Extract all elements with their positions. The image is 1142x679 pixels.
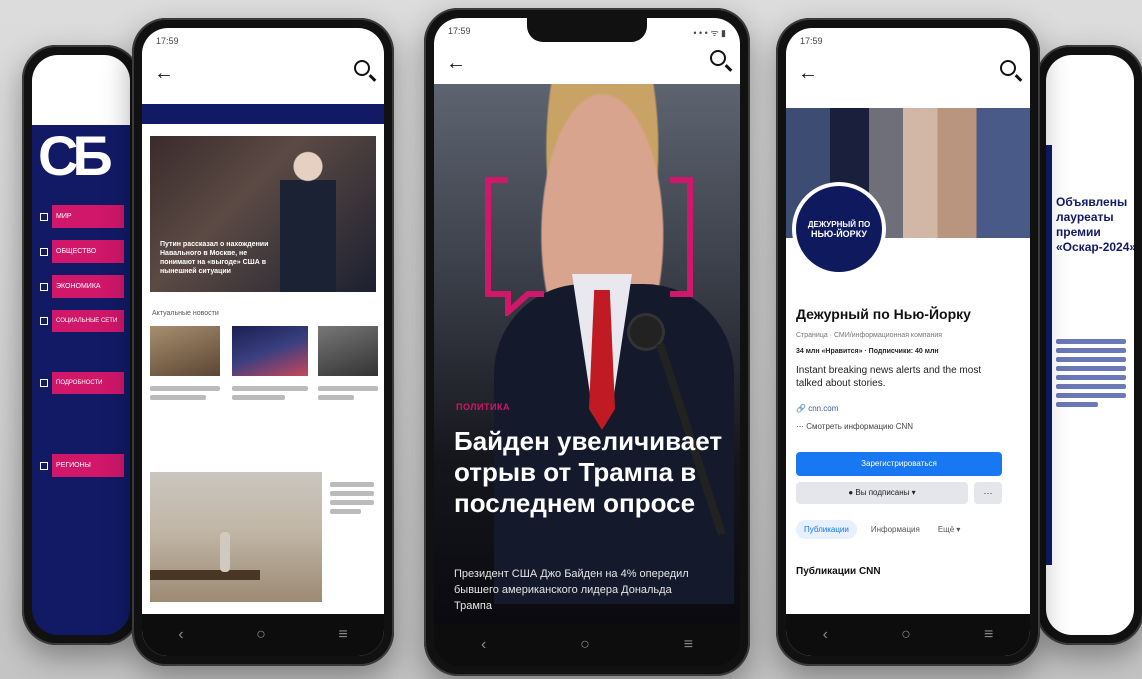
search-icon[interactable] [1000, 60, 1016, 76]
hero-caption: Путин рассказал о нахождении Навального … [160, 241, 269, 275]
article-headline: Объявлены лауреаты премии «Оскар-2024» [1056, 195, 1134, 254]
back-nav-icon[interactable]: ‹ [178, 626, 183, 644]
home-nav-icon[interactable]: ○ [901, 626, 911, 644]
feature-image[interactable] [150, 472, 322, 602]
back-nav-icon[interactable]: ‹ [823, 626, 828, 644]
search-icon[interactable] [710, 50, 726, 66]
menu-item[interactable]: РЕГИОНЫ [40, 454, 124, 477]
primary-button[interactable]: Зарегистрироваться [796, 452, 1002, 476]
android-nav-bar: ‹ ○ ≡ [434, 624, 740, 666]
search-icon[interactable] [354, 60, 370, 76]
tab-posts[interactable]: Публикации [796, 520, 857, 539]
top-bar: ← [142, 54, 384, 94]
recents-nav-icon[interactable]: ≡ [684, 636, 693, 654]
quote-bracket-icon [485, 177, 693, 316]
recents-nav-icon[interactable]: ≡ [984, 626, 993, 644]
hero-image[interactable]: Путин рассказал о нахождении Навального … [150, 136, 376, 292]
camera-notch [527, 18, 647, 42]
menu-item[interactable]: СОЦИАЛЬНЫЕ СЕТИ [40, 310, 124, 332]
tab-info[interactable]: Информация [867, 520, 924, 539]
info-link[interactable]: ⋯ Смотреть информацию CNN [796, 422, 913, 431]
phone-right-inner: 17:59 ← ДЕЖУРНЫЙ ПО НЬЮ-ЙОРКУ Дежурный п… [776, 18, 1040, 666]
page-name: Дежурный по Нью-Йорку [796, 306, 971, 322]
phone-right-inner-screen: 17:59 ← ДЕЖУРНЫЙ ПО НЬЮ-ЙОРКУ Дежурный п… [786, 28, 1030, 656]
tab-more[interactable]: Ещё ▾ [934, 520, 965, 539]
menu-item[interactable]: ОБЩЕСТВО [40, 240, 124, 263]
news-thumb[interactable] [150, 326, 220, 376]
back-arrow-icon[interactable]: ← [154, 62, 174, 85]
category-label[interactable]: ПОЛИТИКА [456, 402, 510, 412]
follower-count: 34 млн «Нравится» · Подписчики: 40 млн [796, 348, 939, 355]
section-title: Актуальные новости [152, 310, 219, 317]
accent-strip [1046, 145, 1052, 565]
page-avatar[interactable]: ДЕЖУРНЫЙ ПО НЬЮ-ЙОРКУ [792, 182, 886, 276]
site-nav [142, 104, 384, 124]
posts-title: Публикации CNN [796, 566, 881, 577]
subheadline: Президент США Джо Байден на 4% опередил … [454, 568, 689, 612]
phone-right-outer-screen: Объявлены лауреаты премии «Оскар-2024» [1046, 55, 1134, 635]
more-button[interactable]: ··· [974, 482, 1002, 504]
person-figure [280, 146, 336, 292]
android-nav-bar: ‹ ○ ≡ [786, 614, 1030, 656]
top-bar: ← [434, 44, 740, 84]
pier [150, 570, 260, 580]
phone-right-outer: Объявлены лауреаты премии «Оскар-2024» [1036, 45, 1142, 645]
menu-item[interactable]: МИР [40, 205, 124, 228]
back-arrow-icon[interactable]: ← [446, 52, 466, 75]
page-description: Instant breaking news alerts and the mos… [796, 365, 982, 389]
side-menu: МИР ОБЩЕСТВО ЭКОНОМИКА СОЦИАЛЬНЫЕ СЕТИ П… [40, 205, 124, 477]
status-bar: 17:59 [800, 36, 823, 46]
brand-logo: СБ [38, 124, 113, 187]
news-thumb[interactable] [232, 326, 308, 376]
phone-left-outer-screen: СБ МИР ОБЩЕСТВО ЭКОНОМИКА СОЦИАЛЬНЫЕ СЕТ… [32, 55, 130, 635]
menu-item[interactable]: ЭКОНОМИКА [40, 275, 124, 298]
recents-nav-icon[interactable]: ≡ [338, 626, 347, 644]
back-arrow-icon[interactable]: ← [798, 62, 818, 85]
news-thumb[interactable] [318, 326, 378, 376]
headline[interactable]: Байден увеличивает отрыв от Трампа в пос… [454, 426, 724, 519]
home-nav-icon[interactable]: ○ [256, 626, 266, 644]
home-nav-icon[interactable]: ○ [580, 636, 590, 654]
follow-button[interactable]: ● Вы подписаны ▾ [796, 482, 968, 504]
microphone [630, 316, 662, 348]
tabs: Публикации Информация Ещё ▾ [796, 520, 964, 539]
phone-left-outer: СБ МИР ОБЩЕСТВО ЭКОНОМИКА СОЦИАЛЬНЫЕ СЕТ… [22, 45, 140, 645]
menu-item[interactable]: ПОДРОБНОСТИ [40, 372, 124, 394]
phone-left-inner-screen: 17:59 ← Путин рассказал о нахождении Нав… [142, 28, 384, 656]
status-bar: 17:59 [156, 36, 179, 46]
website-link[interactable]: 🔗 cnn.com [796, 404, 838, 413]
top-bar: ← [786, 54, 1030, 94]
phone-center: 17:59 • • • ᯤ ▮ ← ПОЛИТИКА Байден увелич… [424, 8, 750, 676]
phone-left-inner: 17:59 ← Путин рассказал о нахождении Нав… [132, 18, 394, 666]
back-nav-icon[interactable]: ‹ [481, 636, 486, 654]
android-nav-bar: ‹ ○ ≡ [142, 614, 384, 656]
hero-photo [434, 84, 740, 624]
page-type: Страница · СМИ/информационная компания [796, 332, 943, 339]
phone-center-screen: 17:59 • • • ᯤ ▮ ← ПОЛИТИКА Байден увелич… [434, 18, 740, 666]
person-figure [220, 532, 230, 572]
